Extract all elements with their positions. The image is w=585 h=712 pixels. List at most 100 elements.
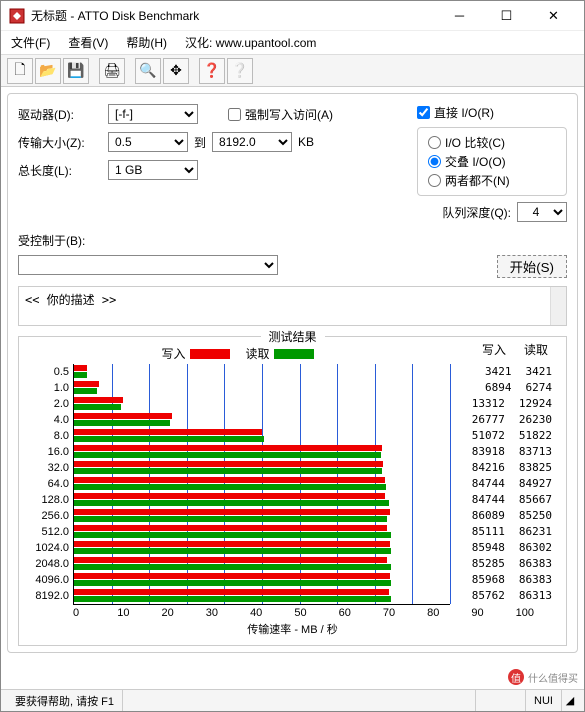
value-row: 8576286313 [450,588,560,604]
y-tick-label: 1.0 [25,380,69,396]
y-tick-label: 1024.0 [25,540,69,556]
x-tick-label: 40 [250,607,294,619]
scrollbar[interactable] [550,287,566,325]
save-button[interactable]: 💾 [63,58,89,84]
window-title: 无标题 - ATTO Disk Benchmark [31,7,437,24]
total-length-select[interactable]: 1 GB [108,160,198,180]
y-tick-label: 16.0 [25,444,69,460]
io-neither-label: 两者都不(N) [445,172,510,189]
close-button[interactable]: ✕ [531,2,576,30]
y-tick-label: 8192.0 [25,588,69,604]
bar-row [74,572,450,588]
menu-help[interactable]: 帮助(H) [126,34,167,51]
io-compare-label: I/O 比较(C) [445,134,505,151]
app-icon [9,8,25,24]
x-tick-label: 30 [206,607,250,619]
value-row: 8528586383 [450,556,560,572]
bar-row [74,396,450,412]
legend-write-swatch [190,349,230,359]
menu-view[interactable]: 查看(V) [68,34,108,51]
chart-area [73,364,450,605]
bar-row [74,444,450,460]
help-button[interactable]: ❓ [199,58,225,84]
value-row: 34213421 [450,364,560,380]
io-neither-radio[interactable] [428,174,441,187]
value-row: 8608985250 [450,508,560,524]
value-row: 5107251822 [450,428,560,444]
force-write-label: 强制写入访问(A) [245,106,333,123]
y-tick-label: 4.0 [25,412,69,428]
menu-localization-link[interactable]: 汉化: www.upantool.com [185,34,316,51]
bar-row [74,380,450,396]
x-tick-label: 50 [294,607,338,619]
transfer-from-select[interactable]: 0.5 [108,132,188,152]
x-tick-label: 100 [516,607,560,619]
transfer-unit-label: KB [292,135,320,149]
open-button[interactable]: 📂 [35,58,61,84]
io-overlap-label: 交叠 I/O(O) [445,153,506,170]
maximize-button[interactable]: ☐ [484,2,529,30]
value-row: 8596886383 [450,572,560,588]
legend-read-label: 读取 [246,345,270,362]
queue-depth-select[interactable]: 4 [517,202,567,222]
find-button[interactable]: 🔍 [135,58,161,84]
bar-row [74,524,450,540]
y-tick-label: 8.0 [25,428,69,444]
value-row: 8474484927 [450,476,560,492]
io-compare-radio[interactable] [428,136,441,149]
x-tick-label: 80 [427,607,471,619]
transfer-to-select[interactable]: 8192.0 [212,132,292,152]
queue-depth-label: 队列深度(Q): [442,204,511,221]
drive-select[interactable]: [-f-] [108,104,198,124]
x-tick-label: 90 [471,607,515,619]
description-textarea[interactable]: << 你的描述 >> [18,286,567,326]
status-nui: NUI [526,690,562,711]
y-tick-label: 2048.0 [25,556,69,572]
bar-row [74,508,450,524]
y-tick-label: 2.0 [25,396,69,412]
bar-row [74,412,450,428]
bar-row [74,364,450,380]
column-header-read: 读取 [524,341,548,364]
x-tick-label: 0 [73,607,117,619]
value-row: 1331212924 [450,396,560,412]
menu-file[interactable]: 文件(F) [11,34,50,51]
whatsthis-button[interactable]: ❔ [227,58,253,84]
y-tick-label: 0.5 [25,364,69,380]
transfer-to-label: 到 [188,134,212,151]
start-button[interactable]: 开始(S) [497,255,567,278]
x-tick-label: 20 [162,607,206,619]
results-caption: 测试结果 [260,328,324,345]
controlled-by-select[interactable] [18,255,278,275]
new-button[interactable]: 🗋 [7,58,33,84]
x-tick-label: 70 [383,607,427,619]
value-row: 8421683825 [450,460,560,476]
y-tick-label: 512.0 [25,524,69,540]
legend-write-label: 写入 [161,345,185,362]
legend-read-swatch [274,349,314,359]
bar-row [74,492,450,508]
move-button[interactable]: ✥ [163,58,189,84]
total-length-label: 总长度(L): [18,162,108,179]
print-button[interactable]: 🖨 [99,58,125,84]
y-tick-label: 64.0 [25,476,69,492]
x-axis-label: 传输速率 - MB / 秒 [25,621,560,637]
bar-row [74,428,450,444]
y-tick-label: 4096.0 [25,572,69,588]
bar-row [74,476,450,492]
io-overlap-radio[interactable] [428,155,441,168]
minimize-button[interactable]: ─ [437,2,482,30]
value-row: 8594886302 [450,540,560,556]
y-tick-label: 256.0 [25,508,69,524]
y-tick-label: 32.0 [25,460,69,476]
transfer-size-label: 传输大小(Z): [18,134,108,151]
y-tick-label: 128.0 [25,492,69,508]
drive-label: 驱动器(D): [18,106,108,123]
bar-row [74,588,450,604]
column-header-write: 写入 [482,341,506,364]
direct-io-checkbox[interactable] [417,106,430,119]
force-write-checkbox[interactable] [228,108,241,121]
status-help-text: 要获得帮助, 请按 F1 [7,690,123,711]
controlled-by-label: 受控制于(B): [18,232,567,249]
value-row: 8474485667 [450,492,560,508]
